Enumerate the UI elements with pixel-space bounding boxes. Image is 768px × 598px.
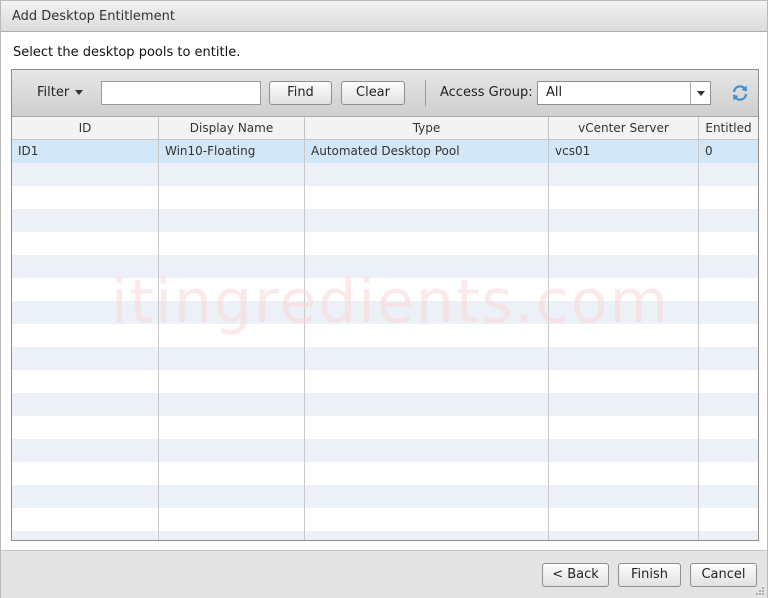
empty-row [12, 301, 758, 324]
back-button[interactable]: < Back [542, 563, 609, 587]
column-header-vcenter-server[interactable]: vCenter Server [549, 117, 699, 140]
empty-row [12, 485, 758, 508]
resize-grip-icon[interactable] [755, 586, 765, 596]
filter-label: Filter [37, 85, 70, 100]
refresh-icon[interactable] [731, 84, 749, 102]
column-header-display-name[interactable]: Display Name [159, 117, 305, 140]
empty-row [12, 186, 758, 209]
empty-row [12, 393, 758, 416]
cell-type: Automated Desktop Pool [311, 144, 460, 158]
desktop-pools-panel: Filter Find Clear Access Group: All ID D… [11, 69, 759, 541]
cell-vcenter-server: vcs01 [555, 144, 591, 158]
empty-row [12, 370, 758, 393]
find-button[interactable]: Find [269, 81, 332, 105]
finish-button[interactable]: Finish [618, 563, 681, 587]
empty-row [12, 163, 758, 186]
cell-entitled: 0 [705, 144, 713, 158]
empty-row [12, 255, 758, 278]
cell-id: ID1 [18, 144, 39, 158]
dialog-titlebar: Add Desktop Entitlement [1, 1, 767, 32]
empty-row [12, 462, 758, 485]
clear-button[interactable]: Clear [341, 81, 405, 105]
instruction-text: Select the desktop pools to entitle. [13, 45, 241, 60]
filter-dropdown[interactable]: Filter [37, 85, 84, 100]
empty-row [12, 508, 758, 531]
column-divider [158, 140, 159, 540]
filter-input[interactable] [101, 81, 261, 105]
access-group-label: Access Group: [440, 85, 533, 100]
column-divider [698, 140, 699, 540]
grid-header: ID Display Name Type vCenter Server Enti… [12, 117, 758, 140]
dialog-footer: < Back Finish Cancel [1, 550, 767, 598]
caret-down-icon [697, 91, 705, 96]
empty-row [12, 278, 758, 301]
grid-body: ID1 Win10-Floating Automated Desktop Poo… [12, 140, 758, 540]
empty-row [12, 232, 758, 255]
column-header-type[interactable]: Type [305, 117, 549, 140]
cancel-button[interactable]: Cancel [690, 563, 757, 587]
access-group-value: All [546, 85, 563, 100]
add-desktop-entitlement-dialog: Add Desktop Entitlement Select the deskt… [0, 0, 768, 598]
empty-row [12, 439, 758, 462]
column-divider [548, 140, 549, 540]
empty-row [12, 324, 758, 347]
column-header-entitled[interactable]: Entitled [699, 117, 758, 140]
caret-down-icon [75, 90, 84, 95]
toolbar-separator [425, 80, 426, 106]
grid-toolbar: Filter Find Clear Access Group: All [12, 70, 758, 117]
empty-row [12, 416, 758, 439]
cell-display-name: Win10-Floating [165, 144, 256, 158]
select-dropdown-button[interactable] [690, 82, 710, 104]
column-header-id[interactable]: ID [12, 117, 159, 140]
access-group-select[interactable]: All [537, 81, 711, 105]
table-row[interactable]: ID1 Win10-Floating Automated Desktop Poo… [12, 140, 758, 163]
empty-row [12, 347, 758, 370]
empty-row [12, 209, 758, 232]
dialog-title: Add Desktop Entitlement [12, 9, 175, 24]
empty-row [12, 531, 758, 540]
column-divider [304, 140, 305, 540]
